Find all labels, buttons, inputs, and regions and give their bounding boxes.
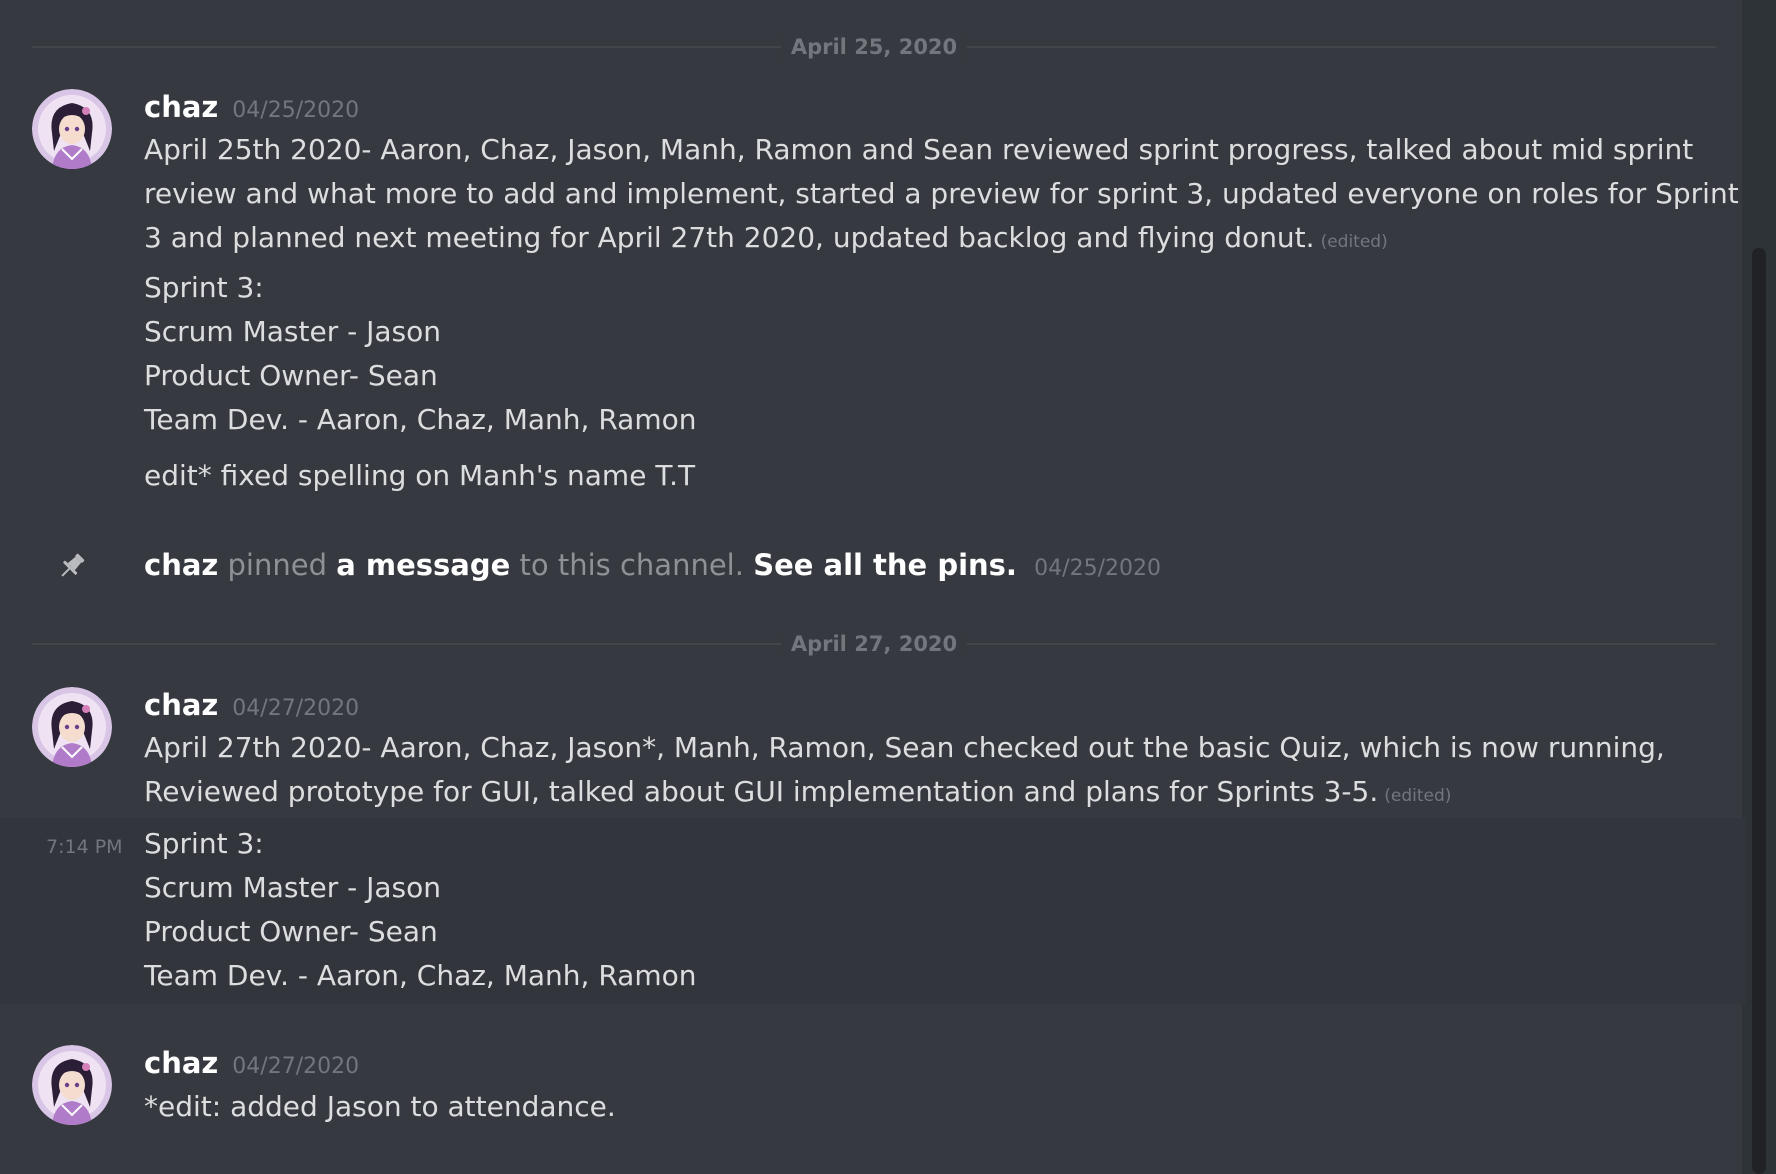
message-timestamp[interactable]: 04/27/2020 (232, 1054, 359, 1079)
message-content: April 27th 2020- Aaron, Chaz, Jason*, Ma… (144, 726, 1665, 818)
avatar[interactable] (32, 1045, 112, 1125)
message-line: Product Owner- Sean (144, 915, 438, 948)
message-line: April 25th 2020- Aaron, Chaz, Jason, Man… (144, 133, 1694, 166)
message-line-text: Reviewed prototype for GUI, talked about… (144, 775, 1379, 808)
system-verb: pinned (227, 548, 327, 582)
message-content: April 25th 2020- Aaron, Chaz, Jason, Man… (144, 128, 1739, 264)
message-line: edit* fixed spelling on Manh's name T.T (144, 459, 696, 492)
message-timestamp[interactable]: 04/27/2020 (232, 696, 359, 721)
pinned-message-link[interactable]: a message (336, 548, 510, 582)
pin-icon (61, 553, 85, 577)
message-header: chaz 04/27/2020 (144, 685, 359, 730)
avatar[interactable] (32, 89, 112, 169)
message-header: chaz 04/25/2020 (144, 87, 359, 132)
message-content: edit* fixed spelling on Manh's name T.T (144, 454, 1644, 498)
message-line: Scrum Master - Jason (144, 871, 442, 904)
edited-label: (edited) (1384, 786, 1452, 806)
message-line: Sprint 3: (144, 827, 264, 860)
hover-timestamp[interactable]: 7:14 PM (46, 833, 123, 861)
anime-girl-avatar-icon (32, 687, 112, 767)
message-line: Scrum Master - Jason (144, 315, 442, 348)
message-timestamp[interactable]: 04/25/2020 (232, 98, 359, 123)
scrollbar-thumb[interactable] (1752, 248, 1766, 1174)
chat-messages-pane: April 25, 2020 chaz 04/25/2020 April 25th… (0, 0, 1776, 1174)
message-content: Sprint 3: Scrum Master - Jason Product O… (144, 822, 1644, 998)
pin-system-message: chaz pinned a message to this channel. S… (144, 543, 1161, 591)
username[interactable]: chaz (144, 90, 218, 124)
edited-label: (edited) (1320, 232, 1388, 252)
date-divider: April 25, 2020 (32, 33, 1716, 61)
date-divider-label: April 25, 2020 (780, 33, 968, 61)
message-line: Team Dev. - Aaron, Chaz, Manh, Ramon (144, 403, 697, 436)
message-content: *edit: added Jason to attendance. (144, 1085, 1644, 1129)
system-middle-text: to this channel. (519, 548, 744, 582)
message-line: Product Owner- Sean (144, 359, 438, 392)
message-line-last: Reviewed prototype for GUI, talked about… (144, 770, 1644, 818)
date-divider-label: April 27, 2020 (780, 630, 968, 658)
message-header: chaz 04/27/2020 (144, 1043, 359, 1088)
username[interactable]: chaz (144, 1046, 218, 1080)
message-line: *edit: added Jason to attendance. (144, 1090, 616, 1123)
message-line: April 27th 2020- Aaron, Chaz, Jason*, Ma… (144, 731, 1665, 764)
anime-girl-avatar-icon (32, 89, 112, 169)
avatar[interactable] (32, 687, 112, 767)
username[interactable]: chaz (144, 688, 218, 722)
system-actor[interactable]: chaz (144, 548, 218, 582)
message-line-last: 3 and planned next meeting for April 27t… (144, 216, 1644, 264)
message-content: Sprint 3: Scrum Master - Jason Product O… (144, 266, 1644, 442)
message-line-text: 3 and planned next meeting for April 27t… (144, 221, 1315, 254)
see-all-pins-link[interactable]: See all the pins. (753, 548, 1017, 582)
message-line: Team Dev. - Aaron, Chaz, Manh, Ramon (144, 959, 697, 992)
system-timestamp[interactable]: 04/25/2020 (1034, 556, 1161, 581)
date-divider: April 27, 2020 (32, 630, 1716, 658)
message-line: Sprint 3: (144, 271, 264, 304)
anime-girl-avatar-icon (32, 1045, 112, 1125)
message-line: review and what more to add and implemen… (144, 177, 1739, 210)
